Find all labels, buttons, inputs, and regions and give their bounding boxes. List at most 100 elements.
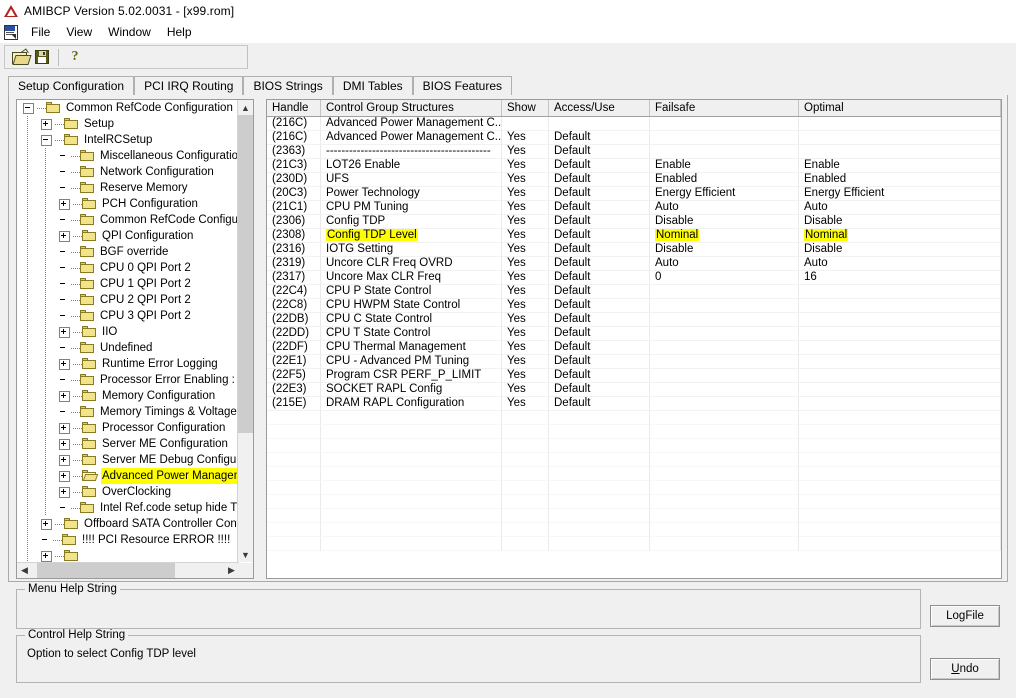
column-header-control-group-structures[interactable]: Control Group Structures — [321, 100, 502, 116]
tree-item[interactable]: Common RefCode Configurati — [17, 212, 239, 228]
logfile-button[interactable]: LogFile — [930, 605, 1000, 627]
tab-setup-configuration[interactable]: Setup Configuration — [8, 76, 135, 96]
tree-item[interactable]: Miscellaneous Configuration — [17, 148, 239, 164]
table-row[interactable]: (2308) Config TDP Level Yes Default Nominal N… — [267, 229, 1001, 243]
open-button[interactable] — [9, 47, 32, 67]
column-header-optimal[interactable]: Optimal — [799, 100, 1001, 116]
expand-icon[interactable] — [59, 198, 70, 210]
tree-item[interactable]: Server ME Debug Configurati — [17, 452, 239, 468]
chevron-right-icon[interactable]: ▶ — [224, 563, 239, 578]
tree-item[interactable] — [17, 548, 239, 563]
tree-item[interactable]: Network Configuration — [17, 164, 239, 180]
expand-icon[interactable] — [59, 358, 70, 370]
menu-item-view[interactable]: View — [58, 23, 100, 41]
tree-item[interactable]: IntelRCSetup — [17, 132, 239, 148]
table-row[interactable]: (22DB) CPU C State Control Yes Default — [267, 313, 1001, 327]
expand-icon[interactable] — [59, 454, 70, 466]
tree-item[interactable]: PCH Configuration — [17, 196, 239, 212]
tree-item[interactable]: Intel Ref.code setup hide Title — [17, 500, 239, 516]
control-list-panel[interactable]: Handle Control Group Structures Show Access… — [266, 99, 1002, 579]
undo-button[interactable]: Undo — [930, 658, 1000, 680]
table-row[interactable]: (22C8) CPU HWPM State Control Yes Default — [267, 299, 1001, 313]
tree-item[interactable]: OverClocking — [17, 484, 239, 500]
tab-dmi-tables[interactable]: DMI Tables — [332, 76, 413, 96]
expand-icon[interactable] — [59, 470, 70, 482]
column-header-access-use[interactable]: Access/Use — [549, 100, 650, 116]
expand-icon[interactable] — [59, 326, 70, 338]
tree-item[interactable]: QPI Configuration — [17, 228, 239, 244]
tree-item[interactable]: Memory Timings & Voltage Ov — [17, 404, 239, 420]
tree-item[interactable]: Advanced Power Manageme — [17, 468, 239, 484]
tree-item[interactable]: Common RefCode Configuration — [17, 100, 239, 116]
tree-item[interactable]: Memory Configuration — [17, 388, 239, 404]
table-row[interactable]: (216C) Advanced Power Management C... Yes D… — [267, 131, 1001, 145]
collapse-icon[interactable] — [23, 102, 34, 114]
expand-icon[interactable] — [59, 486, 70, 498]
table-row[interactable]: (2316) IOTG Setting Yes Default Disable Disab… — [267, 243, 1001, 257]
tree-item[interactable]: !!!! PCI Resource ERROR !!!! — [17, 532, 239, 548]
expand-icon[interactable] — [41, 118, 52, 130]
menu-item-file[interactable]: File — [23, 23, 58, 41]
tree-item[interactable]: Offboard SATA Controller Configu — [17, 516, 239, 532]
question-mark-icon: ? — [71, 49, 79, 64]
tree-item[interactable]: CPU 3 QPI Port 2 — [17, 308, 239, 324]
tree-item[interactable]: Setup — [17, 116, 239, 132]
tab-bios-strings[interactable]: BIOS Strings — [243, 76, 333, 96]
tab-bios-features[interactable]: BIOS Features — [412, 76, 512, 96]
table-row[interactable]: (215E) DRAM RAPL Configuration Yes Default — [267, 397, 1001, 411]
table-row[interactable]: (21C3) LOT26 Enable Yes Default Enable Enable — [267, 159, 1001, 173]
table-row[interactable]: (22F5) Program CSR PERF_P_LIMIT Yes Default — [267, 369, 1001, 383]
tree-vertical-scrollbar[interactable]: ▲ ▼ — [237, 100, 253, 562]
table-row[interactable]: (22C4) CPU P State Control Yes Default — [267, 285, 1001, 299]
help-button[interactable]: ? — [64, 47, 86, 67]
table-row[interactable]: (20C3) Power Technology Yes Default Energy E… — [267, 187, 1001, 201]
expand-icon[interactable] — [59, 390, 70, 402]
tree-item[interactable]: CPU 2 QPI Port 2 — [17, 292, 239, 308]
tree-item[interactable]: Reserve Memory — [17, 180, 239, 196]
list-header[interactable]: Handle Control Group Structures Show Access… — [267, 100, 1001, 117]
table-row[interactable]: (22DF) CPU Thermal Management Yes Default — [267, 341, 1001, 355]
table-row[interactable]: (216C) Advanced Power Management C... — [267, 117, 1001, 131]
tree-item[interactable]: Processor Configuration — [17, 420, 239, 436]
setup-tree[interactable]: Common RefCode Configuration Setup IntelRC… — [17, 100, 239, 563]
expand-icon[interactable] — [41, 550, 52, 562]
table-row[interactable]: (22E1) CPU - Advanced PM Tuning Yes Default — [267, 355, 1001, 369]
table-row[interactable]: (230D) UFS Yes Default Enabled Enabled — [267, 173, 1001, 187]
expand-icon[interactable] — [59, 422, 70, 434]
tab-pci-irq-routing[interactable]: PCI IRQ Routing — [134, 76, 244, 96]
tree-item[interactable]: Processor Error Enabling : — [17, 372, 239, 388]
tree-horizontal-scrollbar[interactable]: ◀ ▶ — [17, 562, 239, 578]
list-body[interactable]: (216C) Advanced Power Management C... (216… — [267, 117, 1001, 551]
menu-item-help[interactable]: Help — [159, 23, 200, 41]
table-row[interactable]: (2319) Uncore CLR Freq OVRD Yes Default Auto… — [267, 257, 1001, 271]
table-row[interactable]: (22E3) SOCKET RAPL Config Yes Default — [267, 383, 1001, 397]
expand-icon[interactable] — [59, 438, 70, 450]
expand-icon[interactable] — [59, 230, 70, 242]
chevron-left-icon[interactable]: ◀ — [17, 563, 32, 578]
collapse-icon[interactable] — [41, 134, 52, 146]
table-row[interactable]: (2363) ----------------------------------… — [267, 145, 1001, 159]
column-header-failsafe[interactable]: Failsafe — [650, 100, 799, 116]
chevron-down-icon[interactable]: ▼ — [238, 547, 253, 562]
table-row[interactable]: (2317) Uncore Max CLR Freq Yes Default 0 16 — [267, 271, 1001, 285]
tree-vscroll-thumb[interactable] — [238, 115, 253, 433]
tree-item[interactable]: CPU 1 QPI Port 2 — [17, 276, 239, 292]
column-header-handle[interactable]: Handle — [267, 100, 321, 116]
table-row[interactable]: (22DD) CPU T State Control Yes Default — [267, 327, 1001, 341]
expand-icon[interactable] — [41, 518, 52, 530]
tree-item[interactable]: Server ME Configuration — [17, 436, 239, 452]
tree-item[interactable]: CPU 0 QPI Port 2 — [17, 260, 239, 276]
tree-item[interactable]: Runtime Error Logging — [17, 356, 239, 372]
save-button[interactable] — [31, 47, 53, 67]
tree-item[interactable]: BGF override — [17, 244, 239, 260]
tree-guide-line — [45, 324, 46, 340]
column-header-show[interactable]: Show — [502, 100, 549, 116]
menu-item-window[interactable]: Window — [100, 23, 159, 41]
tree-item[interactable]: IIO — [17, 324, 239, 340]
tree-item[interactable]: Undefined — [17, 340, 239, 356]
tree-hscroll-thumb[interactable] — [37, 563, 175, 578]
table-row[interactable]: (21C1) CPU PM Tuning Yes Default Auto Auto — [267, 201, 1001, 215]
table-row[interactable]: (2306) Config TDP Yes Default Disable Disable — [267, 215, 1001, 229]
setup-tree-panel[interactable]: Common RefCode Configuration Setup IntelRC… — [16, 99, 254, 579]
chevron-up-icon[interactable]: ▲ — [238, 100, 253, 115]
